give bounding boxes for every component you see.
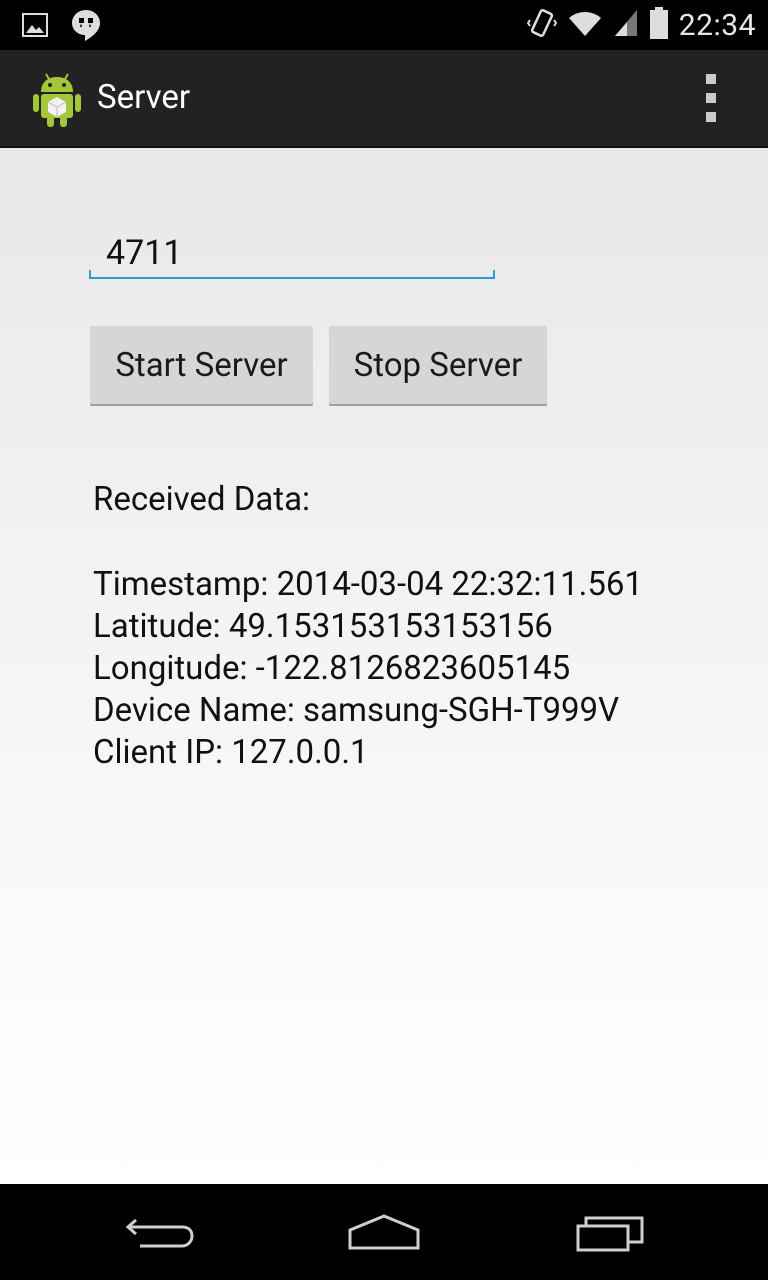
vibrate-icon xyxy=(526,6,557,44)
status-time: 22:34 xyxy=(678,7,756,43)
overflow-menu-icon[interactable] xyxy=(696,74,726,122)
action-bar: Server xyxy=(0,50,768,148)
stop-server-button[interactable]: Stop Server xyxy=(329,326,547,404)
start-server-button[interactable]: Start Server xyxy=(90,326,313,404)
wifi-icon xyxy=(567,8,603,42)
app-title: Server xyxy=(97,78,191,117)
android-app-icon[interactable] xyxy=(30,68,84,128)
longitude-line: Longitude: -122.8126823605145 xyxy=(93,649,571,688)
signal-icon xyxy=(613,8,639,42)
recent-apps-icon[interactable] xyxy=(570,1208,650,1256)
main-content: Start Server Stop Server Received Data: … xyxy=(0,148,768,1184)
latitude-line: Latitude: 49.153153153153156 xyxy=(93,607,553,646)
image-notification-icon xyxy=(22,13,48,41)
received-data-title: Received Data: xyxy=(93,480,311,519)
timestamp-line: Timestamp: 2014-03-04 22:32:11.561 xyxy=(93,565,643,604)
device-name-line: Device Name: samsung-SGH-T999V xyxy=(93,691,620,730)
home-icon[interactable] xyxy=(344,1208,424,1256)
status-bar: 22:34 xyxy=(0,0,768,50)
received-data-block: Timestamp: 2014-03-04 22:32:11.561 Latit… xyxy=(93,564,643,774)
navigation-bar xyxy=(0,1184,768,1280)
battery-icon xyxy=(649,6,669,44)
port-input-underline xyxy=(89,270,495,279)
hangouts-icon xyxy=(70,8,102,46)
back-icon[interactable] xyxy=(120,1208,200,1256)
client-ip-line: Client IP: 127.0.0.1 xyxy=(93,733,369,772)
